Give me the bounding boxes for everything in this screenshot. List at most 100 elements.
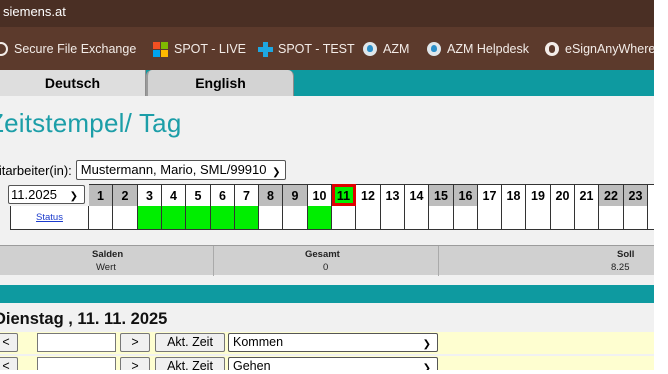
day-status-cell[interactable] [186, 206, 211, 230]
day-number-21[interactable]: 21 [575, 184, 599, 206]
day-status-cell[interactable] [235, 206, 259, 230]
column-divider [438, 246, 439, 276]
entry-row-gehen: < > Akt. Zeit Gehen ❯ [0, 356, 654, 370]
day-status-cell[interactable] [113, 206, 138, 230]
day-number-9[interactable]: 9 [283, 184, 308, 206]
day-status-cell[interactable] [648, 206, 654, 230]
day-status-cell[interactable] [89, 206, 113, 230]
time-input[interactable] [37, 357, 116, 370]
next-time-button[interactable]: > [120, 333, 150, 352]
current-time-button[interactable]: Akt. Zeit [155, 357, 225, 370]
bookmark-spot-live[interactable]: SPOT - LIVE [153, 39, 246, 59]
date-heading: Dienstag , 11. 11. 2025 [0, 310, 168, 328]
prev-time-button[interactable]: < [0, 333, 18, 352]
day-number-15[interactable]: 15 [429, 184, 454, 206]
day-status-cell[interactable] [259, 206, 283, 230]
entry-type-select[interactable]: Kommen ❯ [228, 333, 438, 352]
day-status-cell[interactable] [308, 206, 332, 230]
entry-row-kommen: < > Akt. Zeit Kommen ❯ [0, 332, 654, 354]
entry-type-value: Kommen [233, 335, 284, 349]
bookmark-esignanywhere[interactable]: eSignAnyWhere [545, 39, 654, 59]
page-content: Deutsch English Zeitstempel/ Tag Mitarbe… [0, 70, 654, 370]
bookmark-spot-test[interactable]: SPOT - TEST [258, 39, 355, 59]
bookmark-azm-helpdesk[interactable]: AZM Helpdesk [427, 39, 529, 59]
employee-selected-value: Mustermann, Mario, SML/99910 [80, 162, 267, 177]
day-number-8[interactable]: 8 [259, 184, 283, 206]
bookmark-secure-file-exchange[interactable]: Secure File Exchange [0, 39, 136, 59]
bookmark-azm[interactable]: AZM [363, 39, 409, 59]
status-cell: Status [10, 206, 89, 230]
site-domain: siemens.at [3, 4, 66, 19]
bookmark-label: AZM Helpdesk [447, 42, 529, 56]
day-status-cell[interactable] [138, 206, 162, 230]
day-number-2[interactable]: 2 [113, 184, 138, 206]
day-status-cell[interactable] [405, 206, 429, 230]
day-number-19[interactable]: 19 [526, 184, 551, 206]
day-number-16[interactable]: 16 [454, 184, 478, 206]
plus-cross-icon [258, 42, 273, 57]
azm-helpdesk-icon [427, 42, 441, 56]
day-number-1[interactable]: 1 [89, 184, 113, 206]
day-number-24[interactable]: 2 [648, 184, 654, 206]
next-time-button[interactable]: > [120, 357, 150, 370]
bookmark-label: eSignAnyWhere [565, 42, 654, 56]
day-status-cell[interactable] [599, 206, 624, 230]
day-number-20[interactable]: 20 [551, 184, 575, 206]
salden-table: Salden Wert Gesamt 0 Soll 8.25 [0, 245, 654, 276]
section-divider-bar [0, 285, 654, 303]
day-number-7[interactable]: 7 [235, 184, 259, 206]
day-status-cell[interactable] [356, 206, 381, 230]
chevron-down-icon: ❯ [272, 167, 281, 178]
day-number-23[interactable]: 23 [624, 184, 648, 206]
soll-value: 8.25 [611, 262, 630, 273]
entry-type-select[interactable]: Gehen ❯ [228, 357, 438, 370]
bookmark-label: Secure File Exchange [14, 42, 137, 56]
time-input[interactable] [37, 333, 116, 352]
day-number-6[interactable]: 6 [211, 184, 235, 206]
tab-deutsch[interactable]: Deutsch [0, 70, 146, 96]
column-divider [213, 246, 214, 276]
browser-address-bar[interactable]: siemens.at [0, 0, 654, 27]
status-link[interactable]: Status [36, 212, 63, 223]
soll-header: Soll [617, 249, 635, 260]
bookmarks-bar: Secure File Exchange SPOT - LIVE SPOT - … [0, 27, 654, 70]
day-status-cell[interactable] [526, 206, 551, 230]
day-status-cell[interactable] [551, 206, 575, 230]
day-number-22[interactable]: 22 [599, 184, 624, 206]
month-select[interactable]: 11.2025 ❯ [8, 185, 85, 204]
day-number-18[interactable]: 18 [502, 184, 526, 206]
microsoft-logo-icon [153, 41, 168, 57]
tab-english[interactable]: English [146, 70, 294, 96]
chevron-down-icon: ❯ [422, 363, 431, 370]
day-status-cell[interactable] [575, 206, 599, 230]
day-status-cell[interactable] [478, 206, 502, 230]
current-time-button[interactable]: Akt. Zeit [155, 333, 225, 352]
day-status-cell[interactable] [624, 206, 648, 230]
day-status-cell[interactable] [283, 206, 308, 230]
day-status-cell[interactable] [162, 206, 186, 230]
employee-label: Mitarbeiter(in): [0, 162, 72, 178]
bookmark-label: AZM [383, 42, 410, 56]
day-number-12[interactable]: 12 [356, 184, 381, 206]
day-status-cell[interactable] [381, 206, 405, 230]
day-status-cell[interactable] [429, 206, 454, 230]
day-number-3[interactable]: 3 [138, 184, 162, 206]
bookmark-label: SPOT - LIVE [174, 42, 247, 56]
day-number-5[interactable]: 5 [186, 184, 211, 206]
day-number-13[interactable]: 13 [381, 184, 405, 206]
month-selected-value: 11.2025 [11, 187, 58, 202]
salden-header: Salden [92, 249, 124, 260]
employee-select[interactable]: Mustermann, Mario, SML/99910 ❯ [75, 160, 286, 180]
salden-row-label: Wert [96, 262, 116, 273]
day-status-cell[interactable] [454, 206, 478, 230]
day-status-cell[interactable] [502, 206, 526, 230]
day-status-cell[interactable] [211, 206, 235, 230]
prev-time-button[interactable]: < [0, 357, 18, 370]
page-title: Zeitstempel/ Tag [0, 108, 181, 139]
day-number-4[interactable]: 4 [162, 184, 186, 206]
day-number-17[interactable]: 17 [478, 184, 502, 206]
day-number-14[interactable]: 14 [405, 184, 429, 206]
day-status-cell[interactable] [332, 206, 356, 230]
day-number-11[interactable]: 11 [332, 184, 356, 206]
day-number-10[interactable]: 10 [308, 184, 332, 206]
